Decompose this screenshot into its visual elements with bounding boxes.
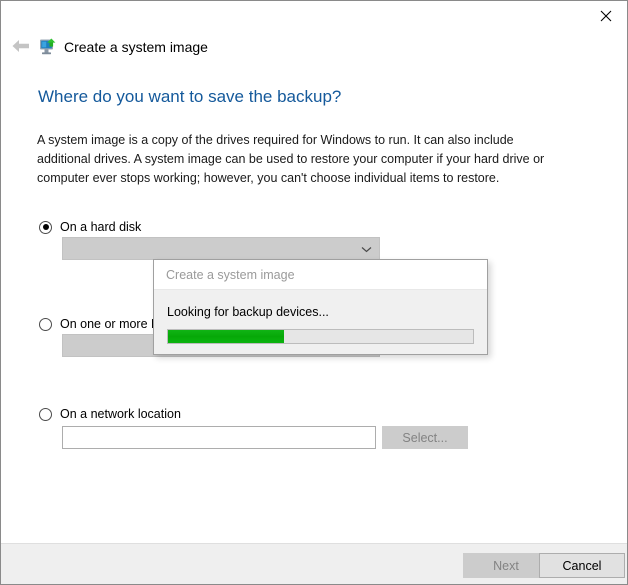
- dialog-footer: Next Cancel: [1, 543, 627, 584]
- radio-row-hard-disk[interactable]: On a hard disk: [39, 219, 141, 235]
- close-icon: [600, 10, 612, 22]
- cancel-button[interactable]: Cancel: [539, 553, 625, 578]
- progress-bar-track: [167, 329, 474, 344]
- radio-row-network[interactable]: On a network location: [39, 406, 181, 422]
- radio-hard-disk[interactable]: [39, 220, 52, 234]
- page-description: A system image is a copy of the drives r…: [37, 133, 545, 185]
- back-arrow-icon: [11, 39, 31, 58]
- network-location-input[interactable]: [62, 426, 376, 449]
- radio-label-dvd: On one or more D: [60, 317, 161, 331]
- wizard-title: Create a system image: [64, 39, 208, 55]
- next-button[interactable]: Next: [463, 553, 549, 578]
- chevron-down-icon: [361, 240, 372, 258]
- wizard-nav-row: Create a system image: [1, 32, 627, 64]
- radio-row-dvd[interactable]: On one or more D: [39, 316, 160, 332]
- close-button[interactable]: [583, 1, 627, 31]
- radio-network-location[interactable]: [39, 407, 52, 421]
- back-button[interactable]: [9, 36, 33, 60]
- create-system-image-window: Create a system image Where do you want …: [0, 0, 628, 585]
- system-image-icon: [39, 37, 59, 57]
- progress-bar-fill: [168, 330, 284, 343]
- select-button[interactable]: Select...: [382, 426, 468, 449]
- progress-dialog-message: Looking for backup devices...: [167, 305, 329, 319]
- radio-label-hard-disk: On a hard disk: [60, 220, 142, 234]
- radio-label-network-location: On a network location: [60, 407, 181, 421]
- progress-dialog: Create a system image Looking for backup…: [153, 259, 488, 355]
- window-titlebar: [1, 1, 627, 32]
- progress-dialog-title: Create a system image: [166, 268, 295, 282]
- progress-dialog-titlebar: Create a system image: [154, 260, 487, 290]
- page-title: Where do you want to save the backup?: [38, 87, 342, 106]
- radio-dvd[interactable]: [39, 317, 52, 331]
- hard-disk-combobox[interactable]: [62, 237, 380, 260]
